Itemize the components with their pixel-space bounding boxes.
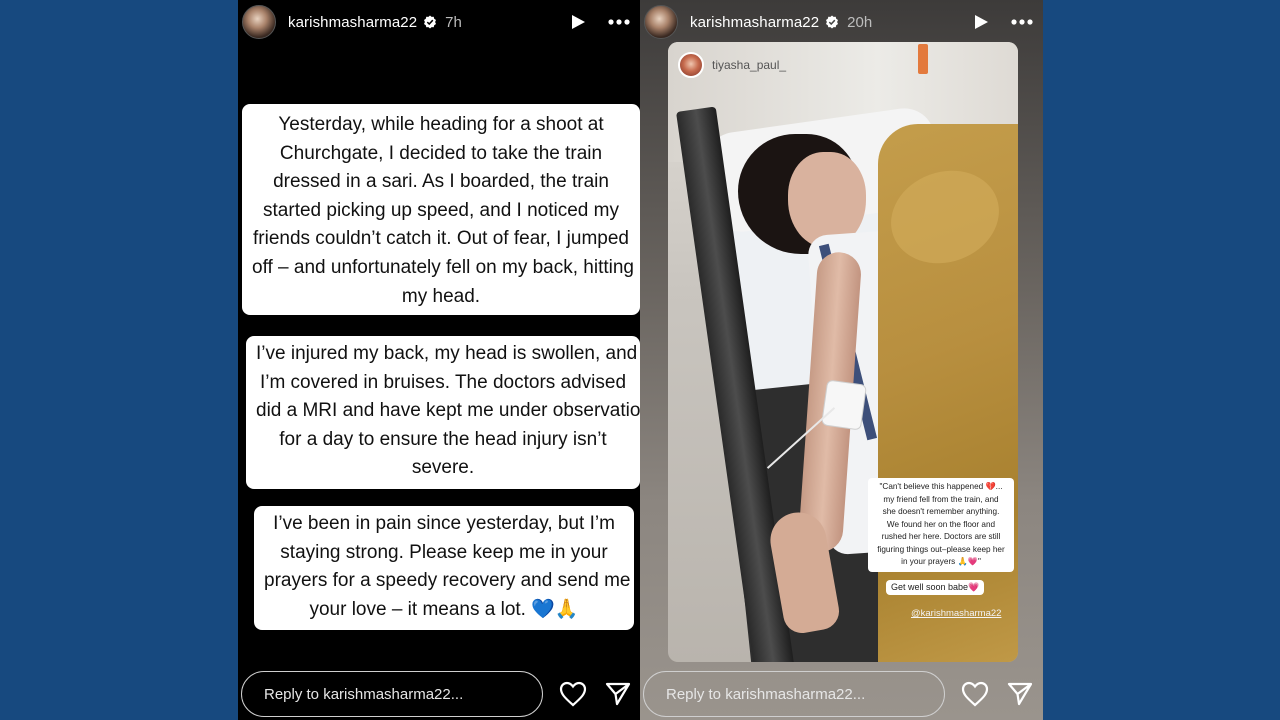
verified-badge-icon xyxy=(424,15,437,29)
text-line: Churchgate, I decided to take the train xyxy=(279,142,603,164)
caption-line: We found her on the floor and xyxy=(886,519,996,529)
reshare-attribution[interactable]: tiyasha_paul_ xyxy=(678,52,786,78)
text-line: off – and unfortunately fell on my back,… xyxy=(252,256,634,278)
send-icon[interactable] xyxy=(1007,682,1033,706)
profile-avatar[interactable] xyxy=(242,5,276,39)
text-line: did a MRI and have kept me under observa… xyxy=(256,400,640,422)
story-text-paragraph-2: I’ve injured my back, my head is swollen… xyxy=(246,336,640,489)
reply-input[interactable]: Reply to karishmasharma22... xyxy=(241,671,543,717)
caption-line: figuring things out–please keep her xyxy=(877,544,1005,554)
text-line: I’ve been in pain since yesterday, but I… xyxy=(273,513,615,534)
more-dots-icon[interactable] xyxy=(1011,19,1033,25)
more-dots-icon[interactable] xyxy=(608,19,630,25)
story-time: 7h xyxy=(445,13,462,31)
text-line: I’m covered in bruises. The doctors advi… xyxy=(259,371,627,393)
caption-line: in your prayers 🙏💗" xyxy=(901,557,981,566)
text-line: for a day to ensure the head injury isn’… xyxy=(279,428,607,450)
caption-line: rushed her here. Doctors are still xyxy=(881,532,1001,541)
caption-line: she doesn't remember anything. xyxy=(882,507,1000,516)
text-line: prayers for a speedy recovery and send m… xyxy=(264,570,631,592)
send-icon[interactable] xyxy=(605,682,631,706)
story-text-paragraph-1: Yesterday, while heading for a shoot at … xyxy=(242,104,640,316)
reply-bar: Reply to karishmasharma22... xyxy=(640,668,1043,720)
story-left: karishmasharma22 7h Yesterday, while hea… xyxy=(238,0,640,720)
text-line: my head. xyxy=(401,285,481,307)
story-username[interactable]: karishmasharma22 xyxy=(288,14,417,31)
reshare-avatar[interactable] xyxy=(678,52,704,78)
story-time: 20h xyxy=(847,13,873,31)
mention-sticker[interactable]: @karishmasharma22 xyxy=(911,608,1001,619)
text-line: your love – it means a lot. 💙🙏 xyxy=(309,598,579,620)
caption-line: "Can't believe this happened 💔... xyxy=(879,482,1003,491)
photo-iv-bag xyxy=(918,44,928,74)
text-line: Yesterday, while heading for a shoot at xyxy=(278,114,604,135)
text-line: started picking up speed, and I noticed … xyxy=(263,199,619,221)
story-header: karishmasharma22 20h xyxy=(640,0,1043,44)
play-icon[interactable] xyxy=(973,14,989,30)
text-line: I’ve injured my back, my head is swollen… xyxy=(256,343,638,364)
text-line: severe. xyxy=(411,457,475,479)
text-line: dressed in a sari. As I boarded, the tra… xyxy=(273,171,609,193)
caption-sticker: "Can't believe this happened 💔... my fri… xyxy=(868,478,1014,572)
text-line: friends couldn’t catch it. Out of fear, … xyxy=(253,228,629,250)
story-text-paragraph-3: I’ve been in pain since yesterday, but I… xyxy=(254,506,634,631)
reply-input[interactable]: Reply to karishmasharma22... xyxy=(643,671,945,717)
verified-badge-icon xyxy=(826,15,839,29)
heart-icon[interactable] xyxy=(559,681,587,707)
story-username[interactable]: karishmasharma22 xyxy=(690,14,819,31)
story-right: karishmasharma22 20h tiyasha_paul_ "Can'… xyxy=(640,0,1043,720)
profile-avatar[interactable] xyxy=(644,5,678,39)
text-line: staying strong. Please keep me in your xyxy=(280,541,608,563)
get-well-sticker: Get well soon babe💗 xyxy=(886,580,985,595)
play-icon[interactable] xyxy=(570,14,586,30)
photo-iv-tape xyxy=(820,379,868,431)
caption-line: my friend fell from the train, and xyxy=(883,494,999,504)
heart-icon[interactable] xyxy=(961,681,989,707)
story-header: karishmasharma22 7h xyxy=(238,0,640,44)
reshared-photo[interactable]: tiyasha_paul_ "Can't believe this happen… xyxy=(668,42,1018,662)
reshare-username[interactable]: tiyasha_paul_ xyxy=(712,58,786,72)
reply-bar: Reply to karishmasharma22... xyxy=(238,668,640,720)
